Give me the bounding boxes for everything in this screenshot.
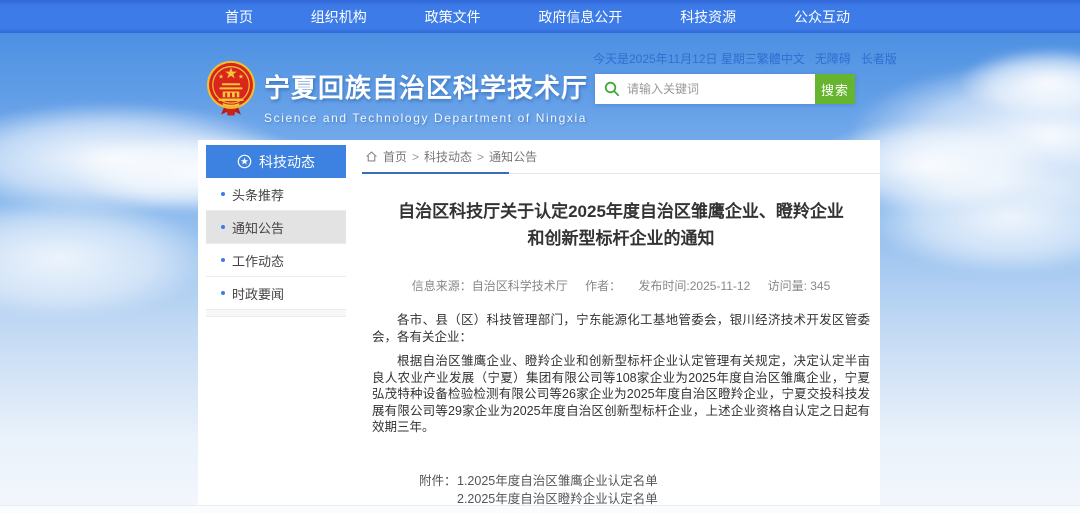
breadcrumb-tech-news[interactable]: 科技动态 bbox=[424, 148, 472, 165]
traditional-chinese-link[interactable]: 繁體中文 bbox=[757, 50, 805, 67]
quick-links: 繁體中文 无障碍 长者版 bbox=[757, 50, 897, 67]
home-icon bbox=[365, 150, 378, 163]
nav-item-public-interaction[interactable]: 公众互动 bbox=[794, 7, 850, 27]
breadcrumb-home[interactable]: 首页 bbox=[383, 148, 407, 165]
article-main-column: 首页 > 科技动态 > 通知公告 自治区科技厅关于认定2025年度自治区雏鹰企业… bbox=[362, 140, 880, 513]
site-title-block[interactable]: 宁夏回族自治区科学技术厅 Science and Technology Depa… bbox=[264, 68, 588, 125]
current-date: 今天是2025年11月12日 星期三 bbox=[593, 50, 757, 67]
search-bar: 搜索 bbox=[595, 74, 855, 104]
top-navigation: 首页 组织机构 政策文件 政府信息公开 科技资源 公众互动 bbox=[0, 0, 1080, 33]
bullet-dot-icon bbox=[221, 225, 225, 229]
footer-strip bbox=[0, 505, 1080, 513]
header-utility-row: 今天是2025年11月12日 星期三 繁體中文 无障碍 长者版 bbox=[593, 50, 875, 66]
bullet-dot-icon bbox=[221, 192, 225, 196]
sidebar-item-headline-recommend[interactable]: 头条推荐 bbox=[206, 178, 346, 211]
accessibility-link[interactable]: 无障碍 bbox=[815, 50, 851, 67]
sidebar-item-political-news[interactable]: 时政要闻 bbox=[206, 277, 346, 310]
sidebar-title: 科技动态 bbox=[259, 152, 315, 172]
breadcrumb-notices[interactable]: 通知公告 bbox=[489, 148, 537, 165]
attachments-label: 附件： bbox=[419, 472, 457, 490]
article-title: 自治区科技厅关于认定2025年度自治区雏鹰企业、瞪羚企业 和创新型标杆企业的通知 bbox=[362, 198, 880, 252]
nav-item-policy-documents[interactable]: 政策文件 bbox=[425, 7, 481, 27]
article-paragraph-2: 根据自治区雏鹰企业、瞪羚企业和创新型标杆企业认定管理有关规定，决定认定半亩良人农… bbox=[372, 353, 870, 436]
sidebar: 科技动态 头条推荐 通知公告 工作动态 时政要闻 bbox=[206, 145, 346, 317]
breadcrumb-active-underline bbox=[362, 172, 509, 174]
nav-item-home[interactable]: 首页 bbox=[225, 7, 253, 27]
attachment-row: 附件： 1.2025年度自治区雏鹰企业认定名单 bbox=[419, 472, 880, 490]
elder-version-link[interactable]: 长者版 bbox=[861, 50, 897, 67]
meta-source: 信息来源：自治区科学技术厅 bbox=[412, 279, 568, 293]
sidebar-item-label: 工作动态 bbox=[232, 251, 284, 270]
cloud-decoration bbox=[0, 198, 210, 318]
sidebar-item-label: 通知公告 bbox=[232, 218, 284, 237]
article-title-line1: 自治区科技厅关于认定2025年度自治区雏鹰企业、瞪羚企业 bbox=[362, 198, 880, 225]
bullet-dot-icon bbox=[221, 291, 225, 295]
search-button[interactable]: 搜索 bbox=[815, 74, 855, 104]
content-panel: 科技动态 头条推荐 通知公告 工作动态 时政要闻 bbox=[198, 140, 880, 506]
breadcrumb-separator: > bbox=[477, 150, 484, 164]
nav-item-tech-resources[interactable]: 科技资源 bbox=[680, 7, 736, 27]
article-paragraph-1: 各市、县（区）科技管理部门，宁东能源化工基地管委会，银川经济技术开发区管委会，各… bbox=[372, 312, 870, 345]
nav-item-organization[interactable]: 组织机构 bbox=[311, 7, 367, 27]
sidebar-item-work-dynamics[interactable]: 工作动态 bbox=[206, 244, 346, 277]
search-icon bbox=[604, 81, 620, 97]
article-body: 各市、县（区）科技管理部门，宁东能源化工基地管委会，银川经济技术开发区管委会，各… bbox=[372, 312, 870, 436]
meta-visit-count: 访问量: 345 bbox=[768, 279, 831, 293]
sidebar-item-label: 时政要闻 bbox=[232, 284, 284, 303]
star-circle-icon bbox=[237, 154, 252, 169]
meta-publish-time: 发布时间:2025-11-12 bbox=[638, 279, 750, 293]
meta-author: 作者： bbox=[585, 279, 621, 293]
search-input-wrap bbox=[595, 74, 815, 104]
sidebar-footer bbox=[206, 310, 346, 317]
article-title-line2: 和创新型标杆企业的通知 bbox=[362, 225, 880, 252]
breadcrumb: 首页 > 科技动态 > 通知公告 bbox=[362, 140, 880, 174]
breadcrumb-separator: > bbox=[412, 150, 419, 164]
article-meta: 信息来源：自治区科学技术厅 作者： 发布时间:2025-11-12 访问量: 3… bbox=[362, 277, 880, 294]
site-title: 宁夏回族自治区科学技术厅 bbox=[264, 68, 588, 105]
search-input[interactable] bbox=[595, 74, 815, 104]
nav-item-gov-info-disclosure[interactable]: 政府信息公开 bbox=[538, 7, 622, 27]
sidebar-header-tech-news[interactable]: 科技动态 bbox=[206, 145, 346, 178]
sidebar-item-notices[interactable]: 通知公告 bbox=[206, 211, 346, 244]
sidebar-item-label: 头条推荐 bbox=[232, 185, 284, 204]
national-emblem-icon bbox=[204, 60, 258, 118]
page: 首页 组织机构 政策文件 政府信息公开 科技资源 公众互动 bbox=[0, 0, 1080, 513]
site-title-english: Science and Technology Department of Nin… bbox=[264, 111, 588, 125]
national-emblem-logo[interactable] bbox=[204, 60, 258, 118]
attachment-link-1[interactable]: 1.2025年度自治区雏鹰企业认定名单 bbox=[457, 472, 658, 490]
bullet-dot-icon bbox=[221, 258, 225, 262]
